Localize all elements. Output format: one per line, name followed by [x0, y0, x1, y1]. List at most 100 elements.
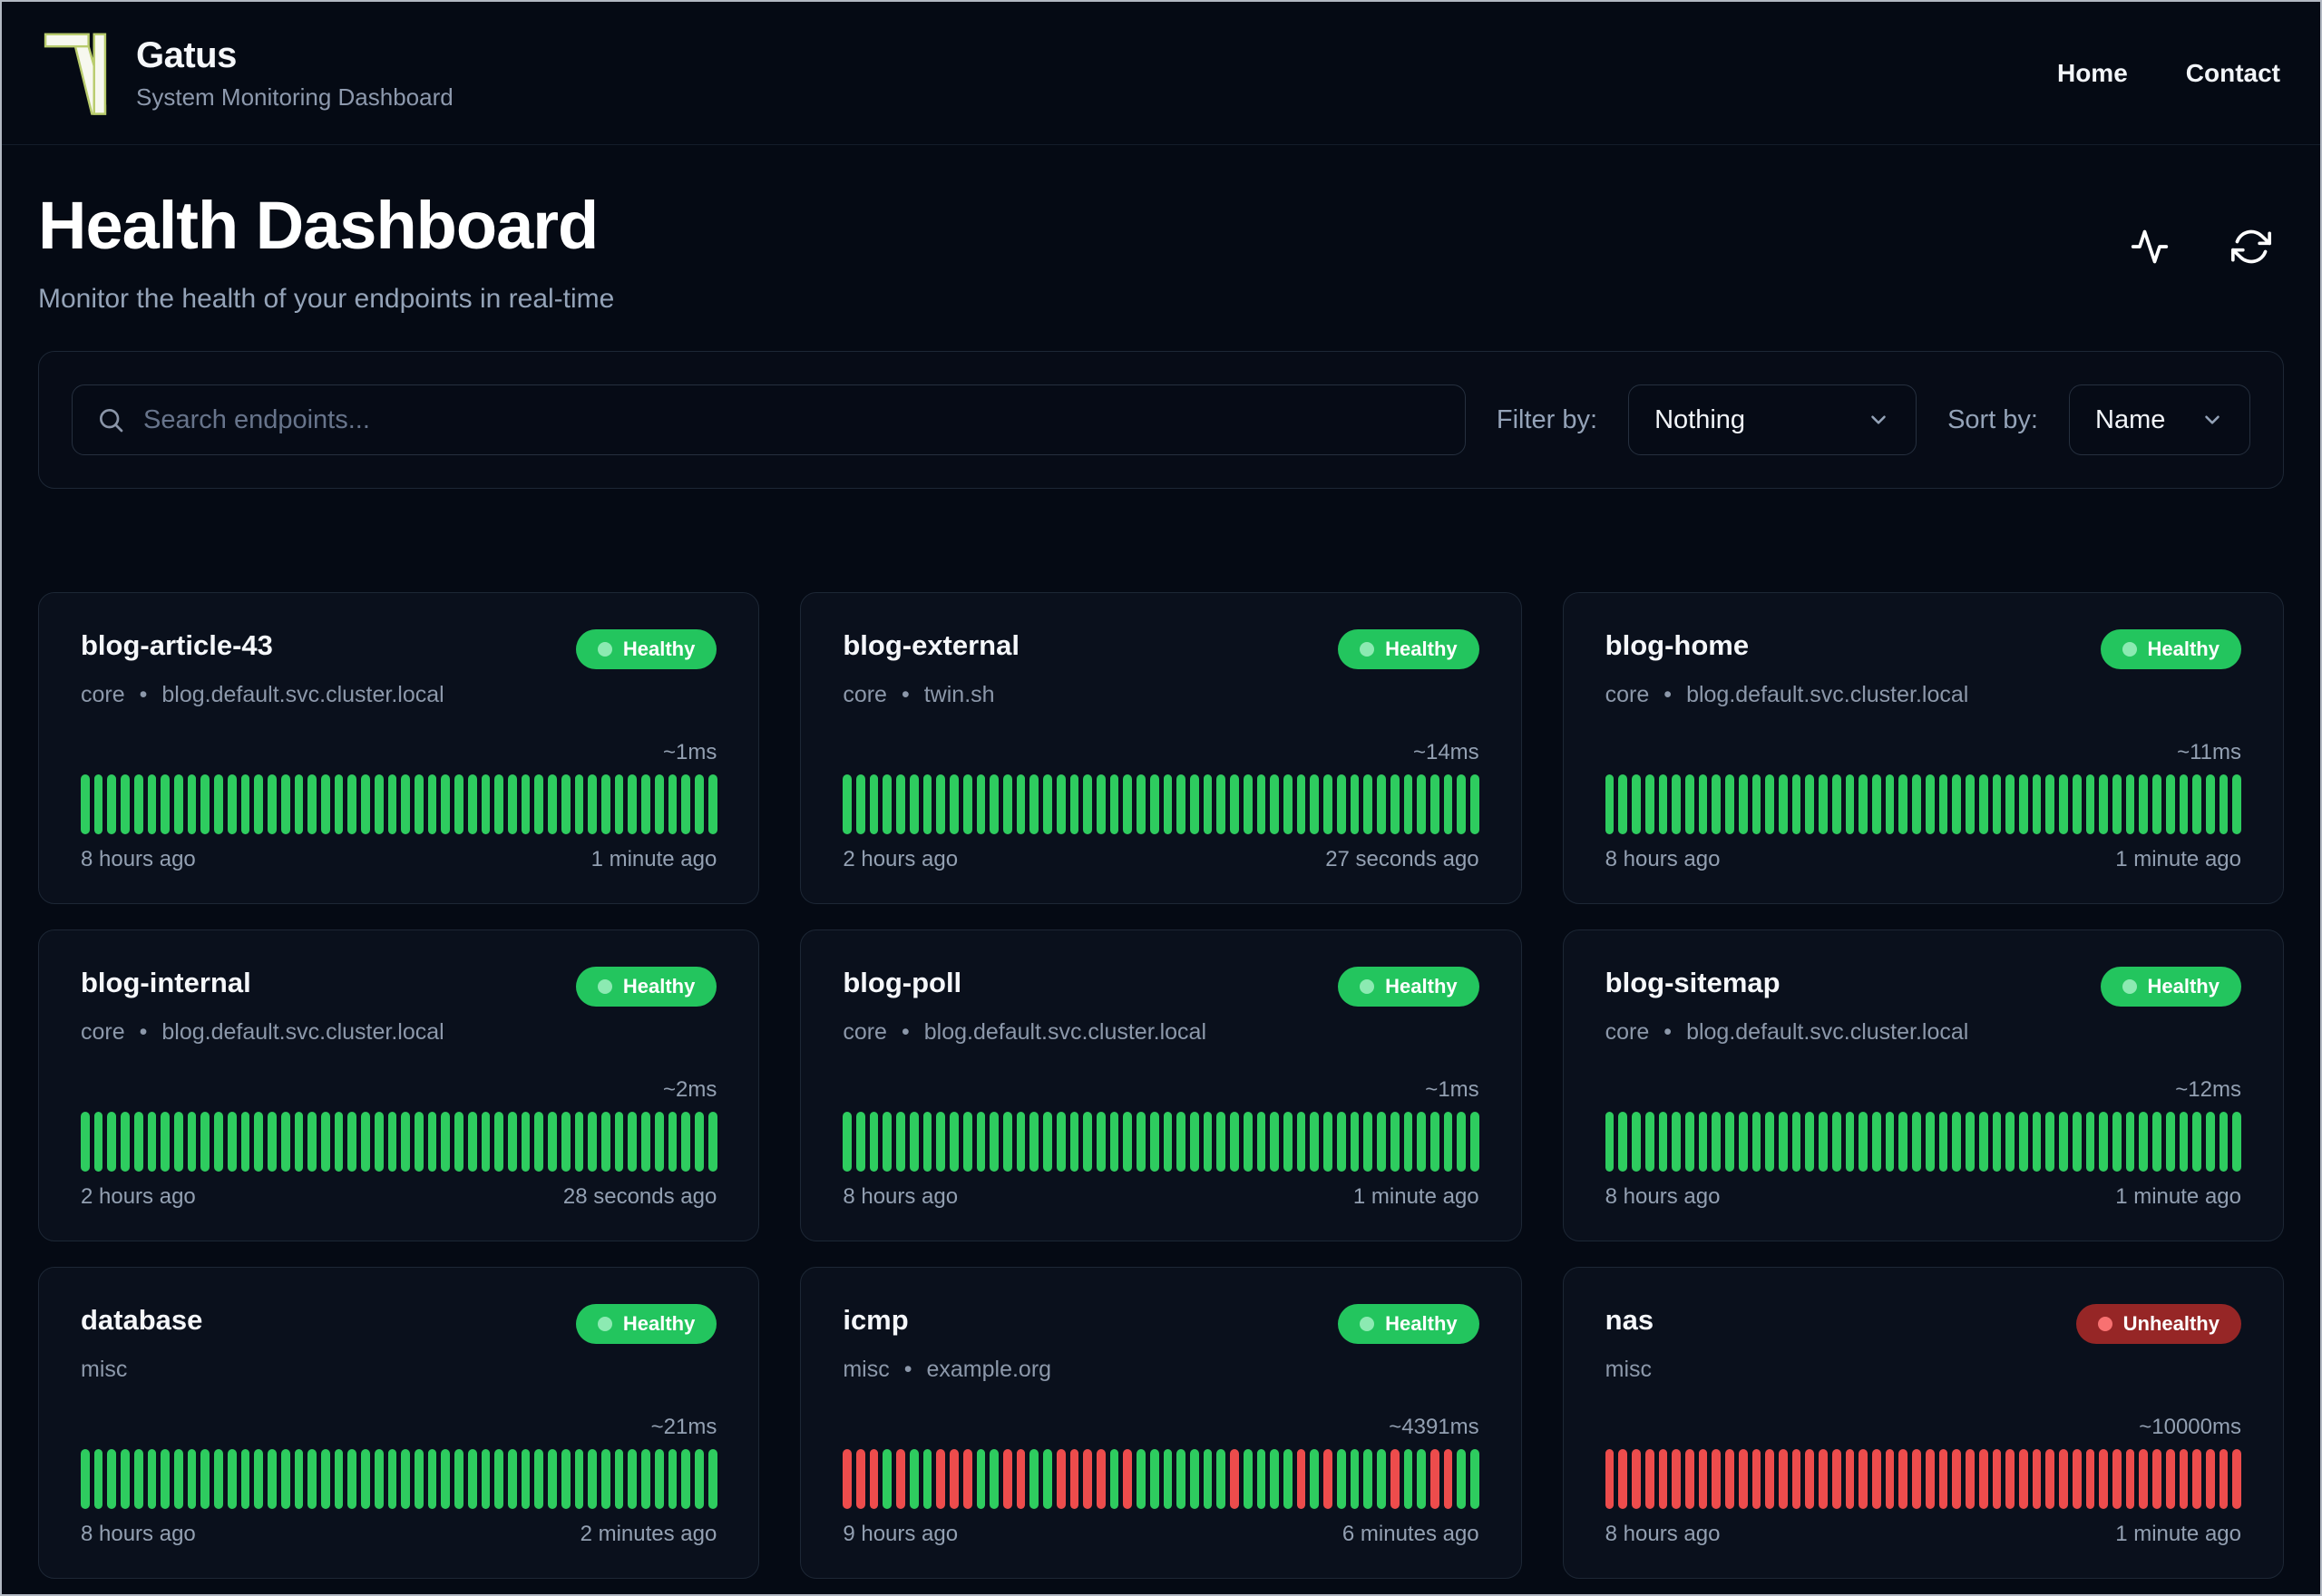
- endpoint-card-header: blog-sitemap Healthy: [1605, 967, 2241, 1007]
- uptime-bar: [133, 1449, 143, 1509]
- endpoint-card-header: blog-external Healthy: [843, 629, 1479, 669]
- uptime-bar: [1403, 1112, 1413, 1172]
- uptime-bar: [2165, 1449, 2175, 1509]
- uptime-bar: [654, 1449, 664, 1509]
- uptime-bar: [387, 1112, 397, 1172]
- uptime-bar: [1390, 1449, 1400, 1509]
- uptime-bar: [950, 1449, 959, 1509]
- endpoint-meta: misc • example.org: [843, 1357, 1478, 1383]
- endpoint-group: misc: [81, 1357, 128, 1382]
- endpoint-card[interactable]: blog-internal Healthy core • blog.default.sv…: [38, 929, 760, 1241]
- uptime-bar: [1203, 1112, 1213, 1172]
- status-label: Healthy: [622, 1312, 696, 1335]
- uptime-bar: [856, 774, 865, 834]
- uptime-bar: [1256, 1449, 1266, 1509]
- meta-separator: •: [901, 1019, 910, 1045]
- newest-timestamp: 6 minutes ago: [1341, 1522, 1479, 1546]
- uptime-bar: [1618, 1449, 1628, 1509]
- uptime-bar: [896, 774, 905, 834]
- endpoint-card[interactable]: icmp Healthy misc • example.org ~4391ms 9 hour…: [800, 1267, 1522, 1579]
- uptime-bar: [1952, 774, 1962, 834]
- endpoint-card[interactable]: blog-poll Healthy core • blog.default.svc.cl…: [800, 929, 1522, 1241]
- uptime-bar: [1992, 1112, 2002, 1172]
- uptime-bar: [2206, 1112, 2215, 1172]
- uptime-bar: [1123, 1112, 1133, 1172]
- uptime-bar: [654, 1112, 664, 1172]
- endpoint-host: blog.default.svc.cluster.local: [923, 1019, 1207, 1045]
- uptime-history: [843, 1112, 1479, 1172]
- uptime-bar: [2005, 774, 2015, 834]
- uptime-bar: [856, 1112, 865, 1172]
- search-input[interactable]: [143, 404, 1441, 435]
- endpoint-card[interactable]: blog-sitemap Healthy core • blog.default.svc…: [1562, 929, 2284, 1241]
- uptime-bar: [481, 1112, 491, 1172]
- uptime-bar: [1149, 1449, 1159, 1509]
- uptime-bar: [1644, 774, 1654, 834]
- uptime-bar: [268, 774, 277, 834]
- uptime-bar: [1845, 774, 1855, 834]
- uptime-bar: [1443, 774, 1453, 834]
- endpoint-name: database: [81, 1304, 203, 1336]
- uptime-bar: [1938, 774, 1948, 834]
- uptime-bar: [467, 1112, 477, 1172]
- uptime-bar: [1029, 1449, 1039, 1509]
- uptime-bar: [2085, 1112, 2095, 1172]
- uptime-bar: [950, 1112, 959, 1172]
- uptime-bar: [320, 1449, 330, 1509]
- uptime-bar: [280, 1112, 290, 1172]
- uptime-bar: [1912, 1112, 1921, 1172]
- endpoint-name: blog-sitemap: [1605, 967, 1781, 998]
- nav-link-home[interactable]: Home: [2057, 59, 2128, 88]
- uptime-bar: [1658, 774, 1668, 834]
- uptime-bar: [1885, 774, 1895, 834]
- uptime-bar: [1230, 1449, 1239, 1509]
- uptime-bar: [147, 774, 157, 834]
- endpoint-meta: misc: [81, 1357, 717, 1383]
- uptime-bar: [1765, 774, 1774, 834]
- uptime-bar: [962, 774, 972, 834]
- latency-label: ~1ms: [1425, 1077, 1479, 1102]
- uptime-bar: [1403, 774, 1413, 834]
- uptime-bar: [1698, 1112, 1708, 1172]
- endpoint-card[interactable]: blog-external Healthy core • twin.sh ~14ms 2 h…: [800, 592, 1522, 904]
- uptime-bar: [361, 1112, 370, 1172]
- endpoint-card[interactable]: blog-home Healthy core • blog.default.svc.cl…: [1562, 592, 2284, 904]
- uptime-bar: [1632, 1112, 1641, 1172]
- uptime-bar: [467, 774, 477, 834]
- uptime-bar: [1672, 1449, 1681, 1509]
- activity-icon[interactable]: [2130, 227, 2170, 267]
- uptime-bar: [1859, 1112, 1868, 1172]
- uptime-bar: [1872, 1449, 1881, 1509]
- sort-select[interactable]: Name: [2069, 384, 2250, 455]
- uptime-bar: [441, 774, 451, 834]
- uptime-bar: [588, 1112, 598, 1172]
- filter-select[interactable]: Nothing: [1628, 384, 1917, 455]
- nav-link-contact[interactable]: Contact: [2186, 59, 2280, 88]
- uptime-bar: [1738, 1112, 1748, 1172]
- uptime-bar: [1377, 1449, 1386, 1509]
- uptime-bar: [1898, 1112, 1908, 1172]
- uptime-bar: [990, 1112, 999, 1172]
- uptime-bar: [107, 1112, 117, 1172]
- uptime-bar: [1310, 774, 1320, 834]
- endpoint-group: core: [843, 682, 887, 707]
- toolbar: Filter by: Nothing Sort by: Name: [38, 351, 2284, 489]
- uptime-bar: [121, 1112, 130, 1172]
- endpoint-card[interactable]: nas Unhealthy misc ~10000ms 8 hours ago 1 min…: [1562, 1267, 2284, 1579]
- endpoint-group: core: [1605, 1019, 1650, 1045]
- endpoint-card-footer: 2 hours ago 27 seconds ago: [843, 847, 1478, 872]
- uptime-history: [81, 1449, 717, 1509]
- newest-timestamp: 28 seconds ago: [562, 1184, 717, 1209]
- uptime-bar: [307, 1449, 317, 1509]
- uptime-bar: [1363, 1112, 1373, 1172]
- endpoint-card-footer: 9 hours ago 6 minutes ago: [843, 1522, 1478, 1547]
- refresh-icon[interactable]: [2231, 227, 2271, 267]
- endpoint-card[interactable]: database Healthy misc ~21ms 8 hours ago 2 min…: [38, 1267, 760, 1579]
- uptime-bar: [2032, 1449, 2042, 1509]
- filter-by-label: Filter by:: [1496, 404, 1598, 434]
- uptime-bar: [1069, 1449, 1079, 1509]
- uptime-bar: [1109, 774, 1119, 834]
- latency-label: ~10000ms: [2139, 1415, 2241, 1439]
- endpoint-card[interactable]: blog-article-43 Healthy core • blog.default.…: [38, 592, 760, 904]
- chevron-down-icon: [2205, 415, 2220, 424]
